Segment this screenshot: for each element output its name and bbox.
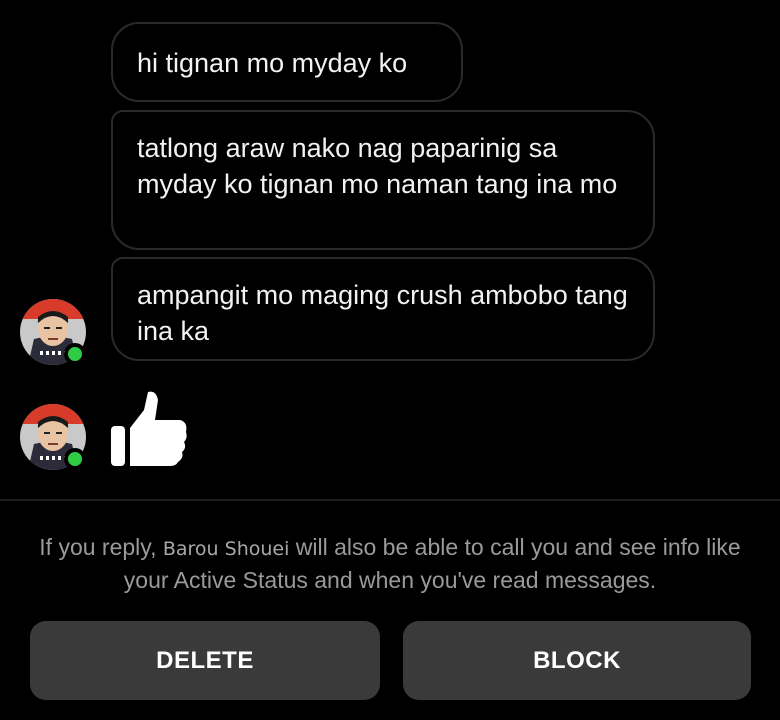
- notice-prefix: If you reply,: [39, 534, 163, 560]
- avatar[interactable]: [20, 299, 86, 365]
- message-text: ampangit mo maging crush ambobo tang ina…: [137, 280, 628, 346]
- contact-name: Barou Shouei: [162, 538, 290, 560]
- message-text: hi tignan mo myday ko: [137, 48, 408, 78]
- message-text: tatlong araw nako nag paparinig sa myday…: [137, 133, 618, 199]
- message-bubble[interactable]: hi tignan mo myday ko: [111, 22, 463, 102]
- avatar[interactable]: [20, 404, 86, 470]
- block-button[interactable]: BLOCK: [403, 621, 751, 700]
- delete-button-label: DELETE: [156, 646, 254, 674]
- message-bubble[interactable]: ampangit mo maging crush ambobo tang ina…: [111, 257, 655, 361]
- delete-button[interactable]: DELETE: [30, 621, 380, 700]
- message-bubble[interactable]: tatlong araw nako nag paparinig sa myday…: [111, 110, 655, 250]
- reply-notice: If you reply, Barou Shouei will also be …: [20, 532, 760, 596]
- online-status-dot: [64, 448, 86, 470]
- block-button-label: BLOCK: [533, 646, 621, 674]
- online-status-dot: [64, 343, 86, 365]
- thumbs-up-icon[interactable]: [108, 388, 190, 470]
- divider: [0, 499, 780, 501]
